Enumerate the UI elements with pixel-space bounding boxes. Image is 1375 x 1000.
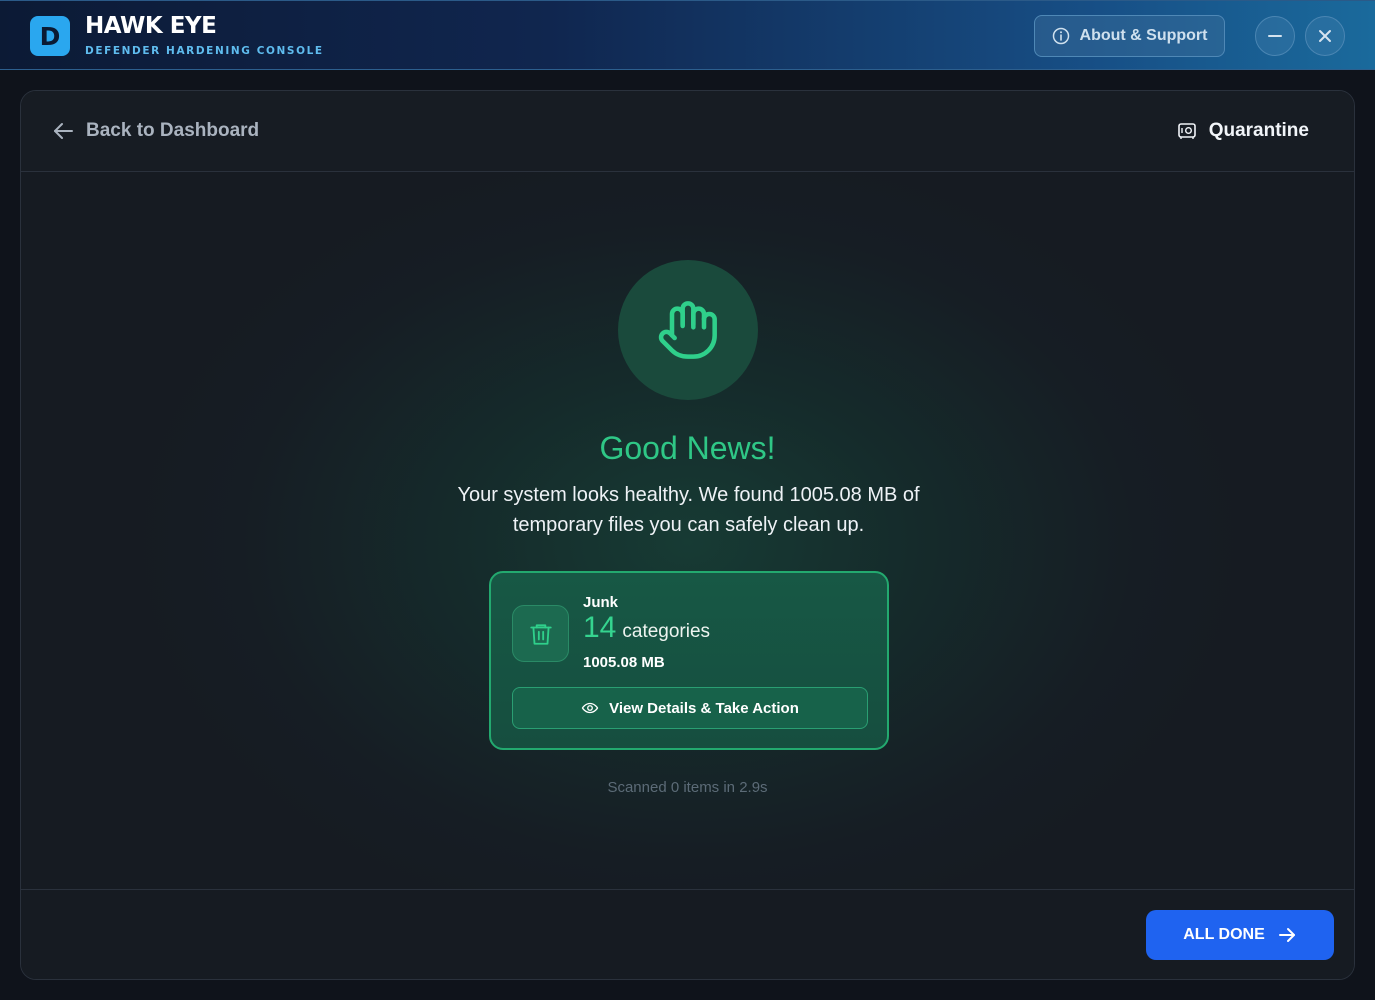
app-title: HAWK EYE [85,13,217,39]
title-bar: D HAWK EYE DEFENDER HARDENING CONSOLE Ab… [0,0,1375,70]
results-panel: Back to Dashboard Quarantine Good News! … [20,90,1355,980]
junk-count-value: 14 [583,611,617,644]
quarantine-label: Quarantine [1208,120,1309,141]
all-done-button[interactable]: ALL DONE [1146,910,1334,960]
about-support-button[interactable]: About & Support [1034,15,1225,57]
hand-icon [658,301,717,359]
junk-count: 14 categories [583,611,710,645]
close-icon [1319,30,1331,42]
quarantine-link[interactable]: Quarantine [1177,119,1309,143]
back-label: Back to Dashboard [86,120,260,141]
close-button[interactable] [1305,16,1345,56]
info-icon [1052,27,1069,45]
trash-icon [529,623,552,645]
about-support-label: About & Support [1079,27,1208,44]
panel-header: Back to Dashboard Quarantine [21,91,1354,172]
scan-summary-note: Scanned 0 items in 2.9s [607,779,768,796]
back-to-dashboard-link[interactable]: Back to Dashboard [52,119,259,143]
scan-result-content: Good News! Your system looks healthy. We… [21,172,1354,889]
view-details-label: View Details & Take Action [609,699,799,717]
junk-label: Junk [583,594,619,611]
result-headline: Good News! [599,430,776,466]
all-done-label: ALL DONE [1183,926,1265,943]
minimize-icon [1268,35,1282,37]
view-details-button[interactable]: View Details & Take Action [512,687,868,729]
app-logo: D [30,16,70,56]
minimize-button[interactable] [1255,16,1295,56]
result-badge [618,260,758,400]
logo-letter: D [39,21,61,51]
junk-icon-tile [512,605,569,662]
arrow-right-icon [1278,928,1295,942]
arrow-left-icon [54,123,73,139]
eye-icon [581,702,599,714]
junk-count-unit: categories [622,621,711,642]
result-message: Your system looks healthy. We found 1005… [457,484,920,536]
junk-summary-card: Junk 14 categories 1005.08 MB View Detai… [489,571,889,750]
vault-icon [1177,123,1196,139]
app-subtitle: DEFENDER HARDENING CONSOLE [85,45,324,57]
junk-size: 1005.08 MB [583,654,665,671]
panel-footer: ALL DONE [21,889,1354,979]
